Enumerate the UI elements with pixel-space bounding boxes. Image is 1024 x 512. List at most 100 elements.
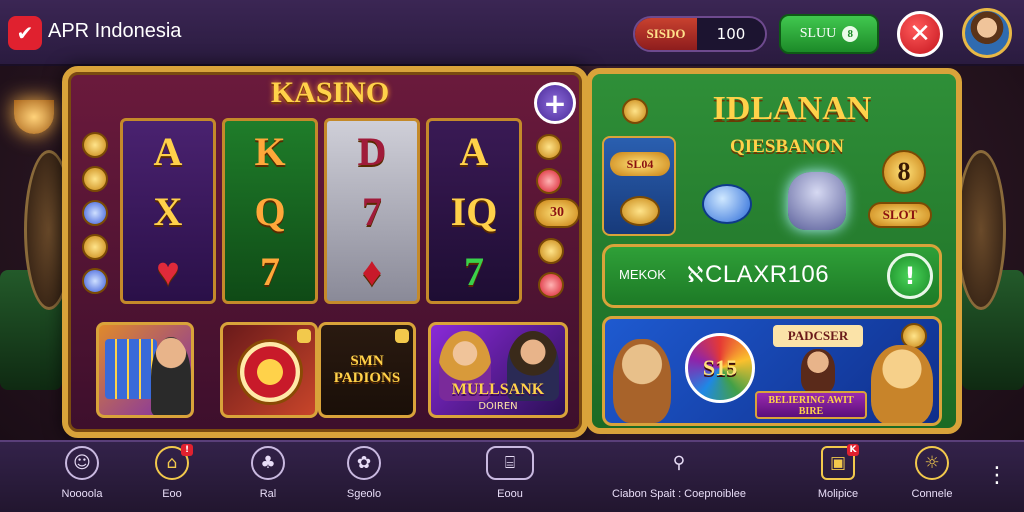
- right-frame-ornament: [956, 150, 1006, 310]
- add-button[interactable]: +: [534, 82, 576, 124]
- app-logo-icon[interactable]: ✔: [8, 16, 42, 50]
- coin-icon: 8: [842, 26, 859, 42]
- reel-symbol: D: [357, 128, 387, 174]
- app-title: APR Indonesia: [48, 20, 182, 42]
- nav-label: Sgeolo: [346, 488, 382, 500]
- slot-machine-panel: KASINO + 30 A X ♥ K Q 7 D 7 ♦ A IQ 7 SMN…: [62, 66, 588, 438]
- right-coin-stack: [536, 134, 562, 194]
- fox-art: [871, 345, 933, 423]
- door-icon: ⌸: [486, 446, 534, 480]
- coin-icon: [620, 196, 660, 226]
- notification-badge: !: [181, 444, 193, 456]
- clubs-icon: ♣: [251, 446, 285, 480]
- gem-icon[interactable]: [702, 184, 752, 224]
- nav-label: Molipice: [817, 488, 859, 500]
- coin-icon: [538, 238, 564, 264]
- eight-badge: 8: [882, 150, 926, 194]
- nav-item-8[interactable]: ☼ Connele: [902, 446, 962, 510]
- heart-icon: ♥: [156, 248, 180, 294]
- new-badge: [297, 329, 311, 343]
- deposit-button-label: SLUU: [799, 26, 837, 41]
- game-card-3[interactable]: SMN PADIONS: [318, 322, 416, 418]
- reel-symbol: A: [153, 128, 183, 174]
- balance-label: SISDO: [635, 18, 697, 50]
- game-card-1[interactable]: [96, 322, 194, 418]
- slot-machine-title: KASINO: [270, 76, 390, 109]
- prize-wheel-text: S15: [702, 355, 738, 380]
- slot-reel-1[interactable]: A X ♥: [120, 118, 216, 304]
- coin-icon: [82, 166, 108, 192]
- new-badge: [395, 329, 409, 343]
- nav-item-1[interactable]: ☺ Noooola: [52, 446, 112, 510]
- close-icon: ✕: [909, 19, 931, 49]
- code-entry-label: MEKOK: [619, 267, 666, 282]
- game-card-4[interactable]: MULLSANK DOIREN: [428, 322, 568, 418]
- coin-icon: [82, 132, 108, 158]
- reel-symbol: 7: [260, 248, 280, 294]
- chip-icon: [536, 168, 562, 194]
- roulette-icon: [237, 339, 303, 405]
- featured-panel: IDLANAN QIESBANON SL04 8 SLOT MEKOK ℵ CL…: [586, 68, 962, 434]
- code-prefix-icon: ℵ: [687, 263, 704, 288]
- search-icon: ⚲: [672, 453, 686, 473]
- right-coin-stack-lower: [538, 238, 564, 298]
- nav-item-7[interactable]: ▣ K Molipice: [808, 444, 868, 510]
- chip-icon: ✿: [347, 446, 381, 480]
- nav-label: Ral: [259, 488, 277, 500]
- reel-symbol: 7: [362, 188, 382, 234]
- creature-art[interactable]: [788, 172, 846, 230]
- reel-symbol: 7: [464, 248, 484, 294]
- nav-label: Noooola: [61, 488, 103, 500]
- reel-symbol: A: [459, 128, 489, 174]
- exclamation-icon: !: [904, 262, 916, 290]
- code-entry-value: CLAXR106: [705, 261, 830, 288]
- nav-item-2[interactable]: ⌂! Eoo: [142, 444, 202, 510]
- notification-badge: K: [847, 444, 859, 456]
- reel-symbol: Q: [254, 188, 286, 234]
- bottom-navigation: ☺ Noooola ⌂! Eoo ♣ Ral ✿ Sgeolo ⌸ Eoou ⚲…: [0, 440, 1024, 512]
- slot-reel-4[interactable]: A IQ 7: [426, 118, 522, 304]
- nav-item-5[interactable]: ⌸ Eoou: [480, 446, 540, 510]
- balance-display[interactable]: SISDO 100: [633, 16, 767, 52]
- plus-icon: +: [543, 86, 567, 120]
- nav-item-3[interactable]: ♣ Ral: [238, 446, 298, 510]
- player-art: [151, 337, 191, 415]
- more-options-icon[interactable]: ⋮: [986, 462, 1008, 490]
- promo-banner[interactable]: S15 PADCSER BELIERING AWIT BIRE: [602, 316, 942, 426]
- promo-title: PADCSER: [773, 325, 863, 347]
- left-coin-stack: [82, 132, 108, 294]
- chandelier-decor: [14, 100, 54, 134]
- coin-icon: [536, 134, 562, 160]
- deposit-button[interactable]: SLUU 8: [779, 14, 879, 54]
- nav-label: Ciabon Spait : Coepnoiblee: [612, 488, 746, 500]
- balance-value: 100: [716, 25, 746, 43]
- slot-screen-art: [105, 339, 157, 399]
- guitarist-art: [801, 349, 835, 393]
- reel-symbol: K: [254, 128, 286, 174]
- sun-icon: ☼: [915, 446, 949, 480]
- slot-badge: SL04: [610, 152, 670, 176]
- reel-symbol: X: [153, 188, 183, 234]
- multiplier-badge: 30: [534, 198, 580, 228]
- featured-tile[interactable]: SL04: [602, 136, 676, 236]
- close-button[interactable]: ✕: [897, 11, 943, 57]
- ticket-icon: ▣ K: [821, 444, 859, 480]
- smile-icon: ☺: [65, 446, 99, 480]
- code-entry-bar[interactable]: MEKOK ℵ CLAXR106 !: [602, 244, 942, 308]
- game-card-2[interactable]: [220, 322, 318, 418]
- game-card-title: SMN PADIONS: [333, 352, 401, 386]
- nav-item-6[interactable]: ⚲ Ciabon Spait : Coepnoiblee: [596, 446, 762, 510]
- nav-label: Eoou: [497, 488, 523, 500]
- nav-item-4[interactable]: ✿ Sgeolo: [334, 446, 394, 510]
- game-card-subtitle: DOIREN: [478, 401, 518, 412]
- prize-wheel: S15: [685, 333, 755, 403]
- user-avatar[interactable]: [962, 8, 1012, 58]
- slot-reel-3[interactable]: D 7 ♦: [324, 118, 420, 304]
- coin-icon: [622, 98, 648, 124]
- promo-ribbon: BELIERING AWIT BIRE: [755, 391, 867, 419]
- chip-icon: [538, 272, 564, 298]
- submit-code-button[interactable]: !: [887, 253, 933, 299]
- nav-label: Connele: [911, 488, 953, 500]
- slot-reel-2[interactable]: K Q 7: [222, 118, 318, 304]
- top-bar: ✔ APR Indonesia SISDO 100 SLUU 8 ✕: [0, 0, 1024, 66]
